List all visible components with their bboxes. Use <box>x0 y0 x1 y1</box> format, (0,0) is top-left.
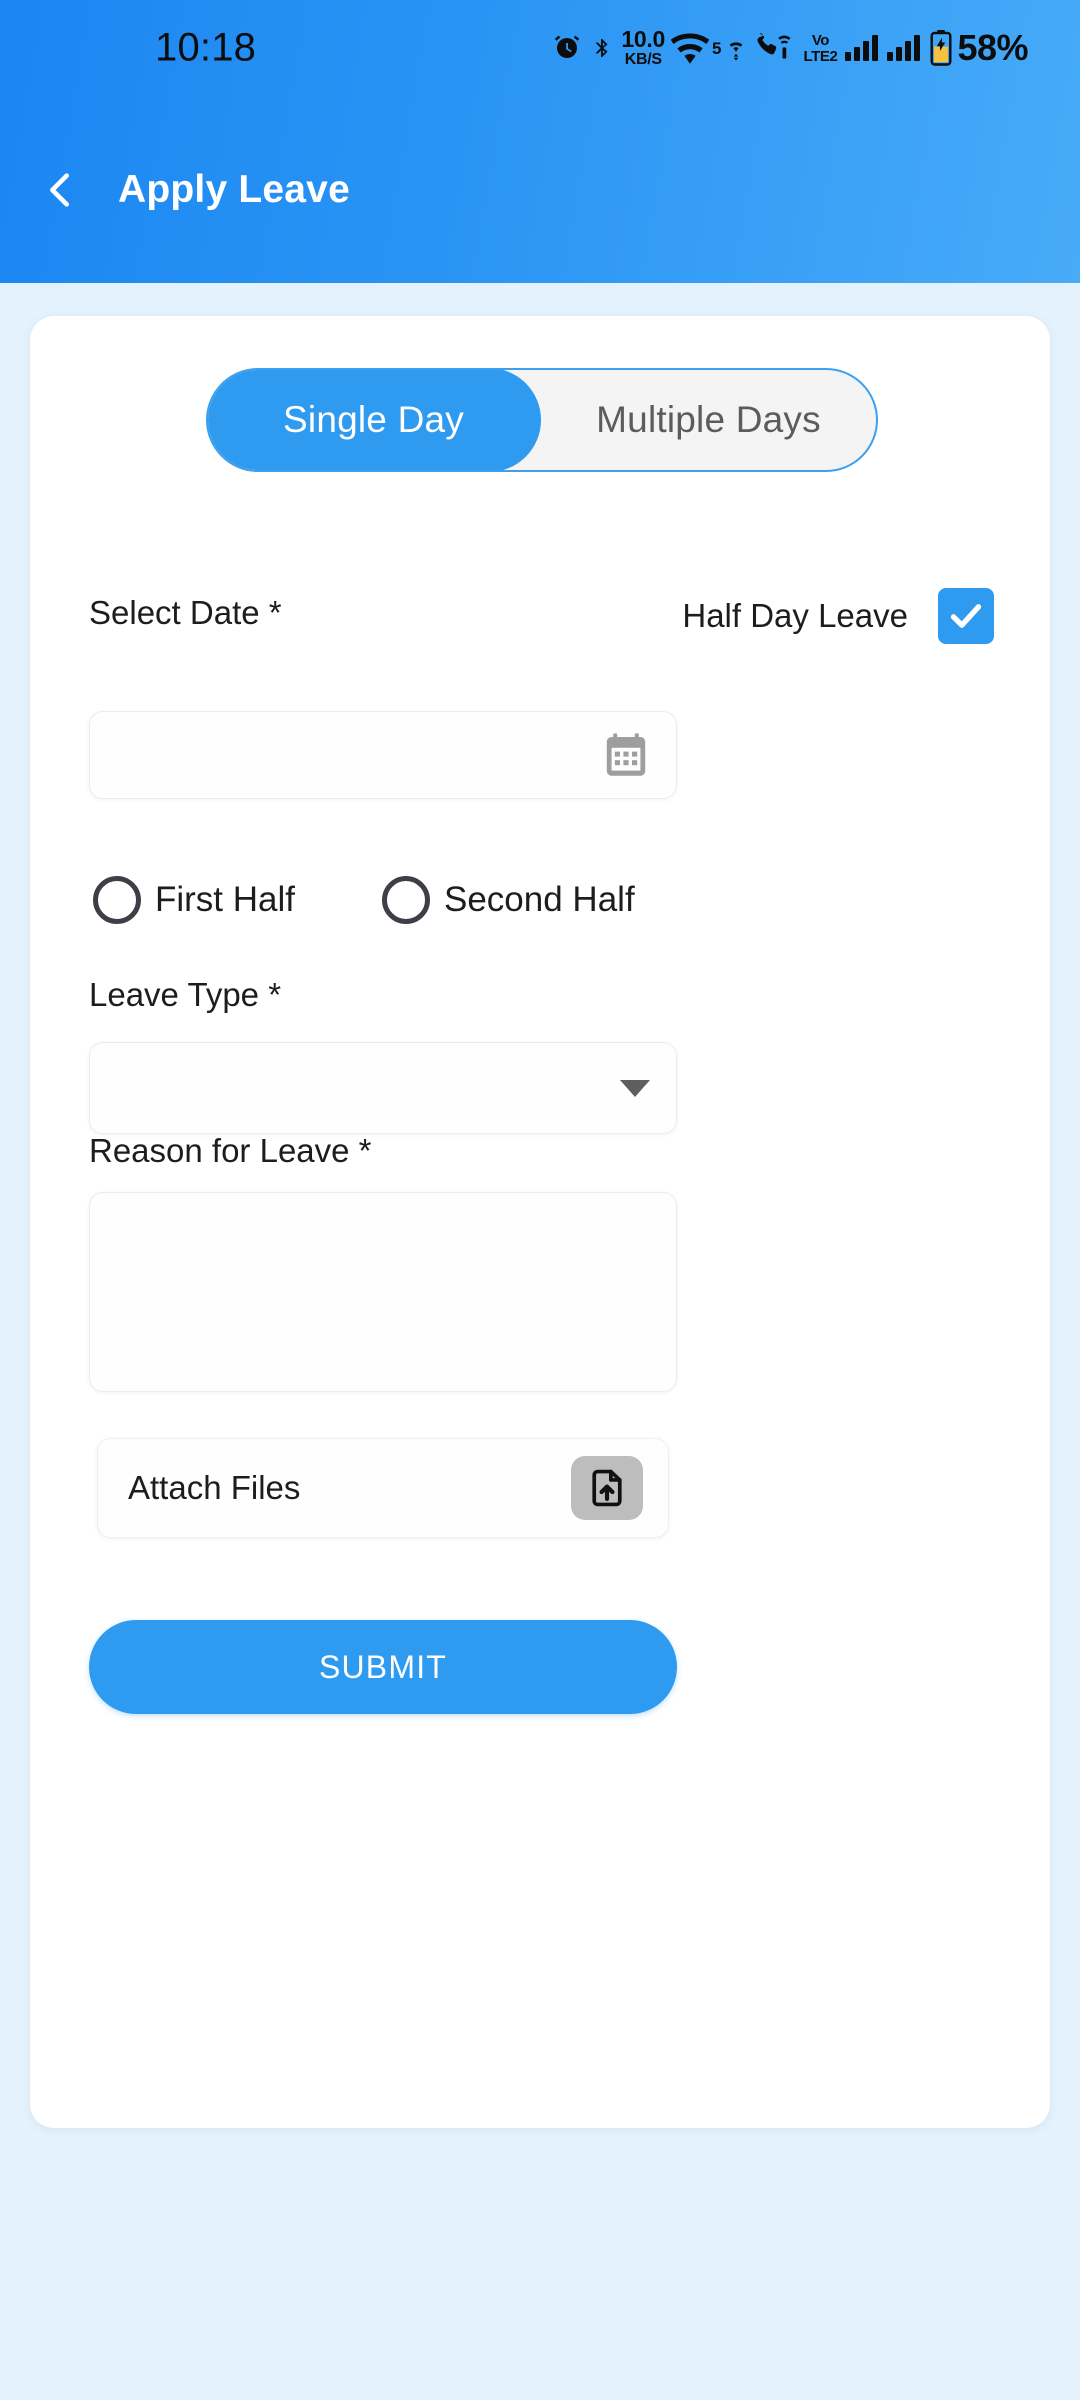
calendar-icon[interactable] <box>602 731 650 779</box>
volte-line-1: Vo <box>811 31 830 49</box>
select-date-input[interactable] <box>89 711 677 799</box>
network-speed-indicator: 10.0 KB/S <box>621 28 665 68</box>
half-day-options-group[interactable]: First Half Second Half <box>93 876 635 924</box>
leave-duration-segmented-control[interactable]: Single Day Multiple Days <box>206 368 878 472</box>
alarm-icon <box>552 33 582 63</box>
status-bar-icons: 10.0 KB/S 5 Vo LTE2 58% <box>552 27 1028 69</box>
submit-button-label: SUBMIT <box>318 1648 448 1685</box>
signal-bars-icon <box>887 35 921 61</box>
radio-circle-icon[interactable] <box>93 876 141 924</box>
wifi-icon <box>669 31 711 65</box>
radio-circle-icon[interactable] <box>382 876 430 924</box>
attach-files-row[interactable]: Attach Files <box>97 1438 669 1538</box>
page-title: Apply Leave <box>118 167 350 211</box>
tab-single-day[interactable]: Single Day <box>208 370 541 470</box>
file-upload-button[interactable] <box>571 1456 643 1520</box>
calendar-glyph <box>606 733 646 776</box>
wifi-small-icon <box>722 35 750 61</box>
select-date-label: Select Date * <box>89 594 282 631</box>
attach-files-label: Attach Files <box>128 1469 301 1506</box>
signal-bars-icon <box>845 35 879 61</box>
half-day-leave-label: Half Day Leave <box>682 597 908 634</box>
reason-for-leave-label: Reason for Leave * <box>89 1132 372 1169</box>
radio-label-second-half: Second Half <box>444 880 635 919</box>
date-and-halfday-row: Select Date * Half Day Leave <box>30 588 1050 652</box>
check-icon <box>950 604 982 628</box>
volte-line-2: LTE2 <box>803 47 838 65</box>
app-header: 10:18 10.0 KB/S 5 Vo LTE2 58% Apply Leav… <box>0 0 1080 283</box>
radio-option-first-half[interactable]: First Half <box>93 876 295 924</box>
app-bar: Apply Leave <box>0 96 1080 283</box>
battery-icon <box>929 30 953 66</box>
wifi-band-label: 5 <box>712 39 722 58</box>
bluetooth-icon <box>591 33 613 63</box>
back-button[interactable] <box>22 152 98 228</box>
back-arrow-icon <box>50 172 70 207</box>
status-bar: 10:18 10.0 KB/S 5 Vo LTE2 58% <box>0 0 1080 96</box>
file-upload-icon <box>592 1469 622 1507</box>
leave-type-label: Leave Type * <box>89 976 282 1013</box>
wifi-band-indicator: 5 <box>712 35 750 61</box>
leave-type-select[interactable] <box>89 1042 677 1134</box>
battery-percent-label: 58% <box>957 27 1028 68</box>
submit-button[interactable]: SUBMIT <box>89 1620 677 1714</box>
tab-multiple-days[interactable]: Multiple Days <box>541 370 876 470</box>
radio-option-second-half[interactable]: Second Half <box>382 876 635 924</box>
network-speed-unit: KB/S <box>624 51 662 68</box>
half-day-leave-checkbox[interactable] <box>938 588 994 644</box>
call-wifi-icon <box>754 33 796 63</box>
apply-leave-card: Single Day Multiple Days Select Date * H… <box>30 316 1050 2128</box>
chevron-down-icon[interactable] <box>620 1079 650 1097</box>
volte-icon: Vo LTE2 <box>803 33 837 64</box>
radio-label-first-half: First Half <box>155 880 295 919</box>
status-bar-clock: 10:18 <box>155 25 257 70</box>
network-speed-value: 10.0 <box>621 26 665 52</box>
reason-for-leave-textarea[interactable] <box>89 1192 677 1392</box>
half-day-leave-group[interactable]: Half Day Leave <box>682 588 994 644</box>
